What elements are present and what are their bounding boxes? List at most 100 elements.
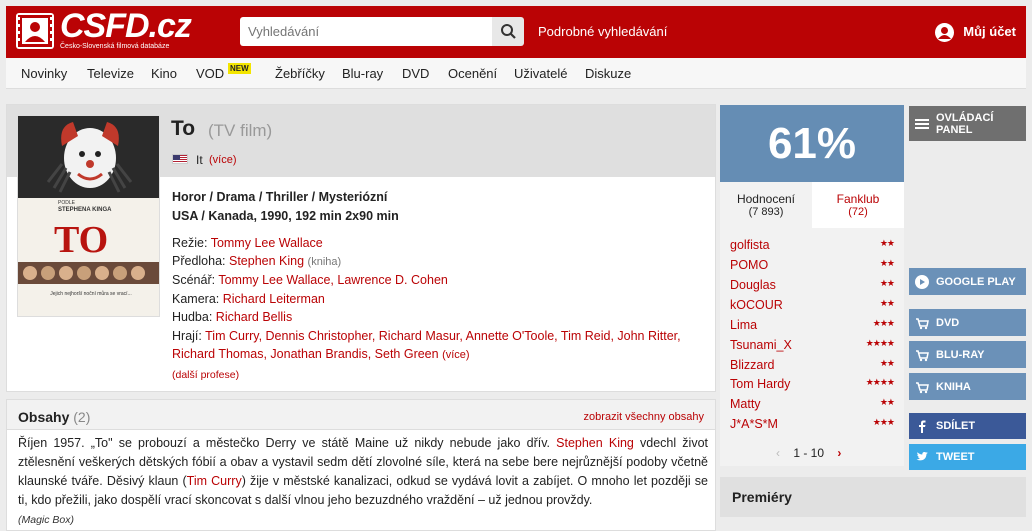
user-name: golfista (730, 238, 770, 252)
twitter-tweet-button[interactable]: TWEET (909, 444, 1026, 470)
advanced-search-link[interactable]: Podrobné vyhledávání (538, 24, 667, 39)
writer-links[interactable]: Tommy Lee Wallace, Lawrence D. Cohen (218, 273, 448, 287)
rating-stars: ★★ (879, 358, 895, 368)
more-professions-link[interactable]: (další profese) (172, 369, 239, 381)
source-label: Předloha: (172, 254, 226, 268)
list-item[interactable]: Matty ★★ (730, 397, 895, 417)
writer-row: Scénář: Tommy Lee Wallace, Lawrence D. C… (172, 273, 448, 287)
tab-ratings-label: Hodnocení (736, 192, 796, 206)
cast-links-line1[interactable]: Tim Curry, Dennis Christopher, Richard M… (205, 329, 681, 343)
rating-stars: ★★ (879, 278, 895, 288)
synopsis-tim-curry-link[interactable]: Tim Curry (187, 474, 242, 488)
google-play-label: GOOGLE PLAY (936, 275, 1016, 288)
user-name: kOCOUR (730, 298, 783, 312)
buy-bluray-button[interactable]: BLU-RAY (909, 341, 1026, 368)
nav-item-zebricky[interactable]: Žebříčky (275, 66, 325, 81)
list-item[interactable]: Tom Hardy ★★★★ (730, 377, 895, 397)
rating-tabs: Hodnocení (7 893) Fanklub (72) (720, 182, 904, 228)
music-label: Hudba: (172, 310, 213, 324)
synopsis-text: Říjen 1957. „To" se probouzí a městečko … (18, 434, 708, 510)
list-item[interactable]: Tsunami_X ★★★★ (730, 338, 895, 358)
original-title: It (196, 153, 203, 167)
dvd-label: DVD (936, 316, 960, 329)
cast-more-link[interactable]: (více) (442, 349, 470, 361)
synopsis-source: (Magic Box) (18, 514, 75, 526)
source-note: (kniha) (307, 256, 342, 268)
list-item[interactable]: golfista ★★ (730, 238, 895, 258)
director-label: Režie: (172, 236, 208, 250)
user-name: Douglas (730, 278, 776, 292)
poster-tagline: Jejich nejhorší noční můra se vrací... (50, 291, 132, 297)
poster-author: STEPHENA KINGA (58, 207, 112, 213)
list-item[interactable]: J*A*S*M ★★★ (730, 417, 895, 437)
buy-dvd-button[interactable]: DVD (909, 309, 1026, 336)
rating-stars: ★★ (879, 258, 895, 268)
pager-range: 1 - 10 (793, 446, 825, 460)
nav-item-uzivatele[interactable]: Uživatelé (514, 66, 567, 81)
kniha-label: KNIHA (936, 380, 971, 393)
list-item[interactable]: POMO ★★ (730, 258, 895, 278)
control-panel-label: OVLÁDACÍ PANEL (936, 111, 994, 136)
cast-row: Hrají: Tim Curry, Dennis Christopher, Ri… (172, 329, 681, 343)
show-all-synopses-link[interactable]: zobrazit všechny obsahy (584, 411, 704, 423)
rating-percent: 61% (720, 105, 904, 182)
source-link[interactable]: Stephen King (229, 254, 304, 268)
list-item[interactable]: Douglas ★★ (730, 278, 895, 298)
music-link[interactable]: Richard Bellis (216, 310, 292, 324)
nav-item-kino[interactable]: Kino (151, 66, 177, 81)
synopsis-count: (2) (73, 409, 91, 425)
twitter-icon (916, 452, 928, 461)
director-row: Režie: Tommy Lee Wallace (172, 236, 323, 250)
ratings-pager: ‹ 1 - 10 › (776, 446, 841, 460)
nav-item-vod[interactable]: VOD (196, 66, 224, 81)
search-button[interactable] (492, 17, 524, 46)
user-name: POMO (730, 258, 769, 272)
nav-item-diskuze[interactable]: Diskuze (585, 66, 631, 81)
synopsis-text-part1: Říjen 1957. „To" se probouzí a městečko … (18, 436, 557, 450)
nav-item-televize[interactable]: Televize (87, 66, 134, 81)
user-icon[interactable] (935, 23, 954, 42)
nav-item-bluray[interactable]: Blu-ray (342, 66, 383, 81)
user-name: Matty (730, 397, 761, 411)
buy-book-button[interactable]: KNIHA (909, 373, 1026, 400)
tab-ratings-count: (7 893) (748, 206, 784, 218)
poster-title: TO (54, 219, 109, 261)
search-input[interactable] (240, 17, 493, 46)
nav-item-novinky[interactable]: Novinky (21, 66, 67, 81)
source-row: Předloha: Stephen King (kniha) (172, 254, 341, 268)
facebook-share-button[interactable]: SDÍLET (909, 413, 1026, 439)
nav-item-dvd[interactable]: DVD (402, 66, 429, 81)
tweet-label: TWEET (936, 451, 975, 463)
more-professions-row: (další profese) (172, 367, 239, 381)
film-poster[interactable]: PODLE STEPHENA KINGA TO Jejich nejhorší … (17, 115, 160, 317)
share-label: SDÍLET (936, 420, 976, 432)
tab-ratings[interactable]: Hodnocení (7 893) (720, 182, 812, 228)
pager-prev-icon[interactable]: ‹ (776, 446, 780, 460)
nav-item-oceneni[interactable]: Ocenění (448, 66, 497, 81)
control-panel-button[interactable]: OVLÁDACÍ PANEL (909, 106, 1026, 141)
rating-stars: ★★★ (872, 417, 895, 427)
synopsis-stephen-king-link[interactable]: Stephen King (556, 436, 634, 450)
pager-next-icon[interactable]: › (837, 446, 841, 460)
rating-stars: ★★ (879, 397, 895, 407)
tab-fanclub[interactable]: Fanklub (72) (812, 182, 904, 228)
user-ratings-list: golfista ★★ POMO ★★ Douglas ★★ kOCOUR ★★ Lim… (720, 228, 904, 466)
original-title-more-link[interactable]: (více) (209, 154, 237, 166)
director-link[interactable]: Tommy Lee Wallace (211, 236, 323, 250)
film-title: To (171, 117, 196, 140)
search-icon (501, 24, 516, 39)
list-item[interactable]: Lima ★★★ (730, 318, 895, 338)
synopsis-panel: Obsahy (2) zobrazit všechny obsahy Říjen… (6, 399, 716, 531)
facebook-icon (919, 420, 926, 433)
premieres-section: Premiéry (720, 477, 1026, 517)
synopsis-title-text: Obsahy (18, 409, 70, 425)
camera-link[interactable]: Richard Leiterman (223, 292, 325, 306)
google-play-button[interactable]: GOOGLE PLAY (909, 268, 1026, 295)
cast-row-2: Richard Thomas, Jonathan Brandis, Seth G… (172, 347, 470, 361)
synopsis-title: Obsahy (2) (18, 409, 90, 425)
cast-links-line2[interactable]: Richard Thomas, Jonathan Brandis, Seth G… (172, 347, 439, 361)
list-item[interactable]: kOCOUR ★★ (730, 298, 895, 318)
my-account-link[interactable]: Můj účet (963, 24, 1016, 39)
site-logo[interactable]: CSFD.cz Česko-Slovenská filmová databáze (16, 7, 192, 53)
list-item[interactable]: Blizzard ★★ (730, 358, 895, 378)
